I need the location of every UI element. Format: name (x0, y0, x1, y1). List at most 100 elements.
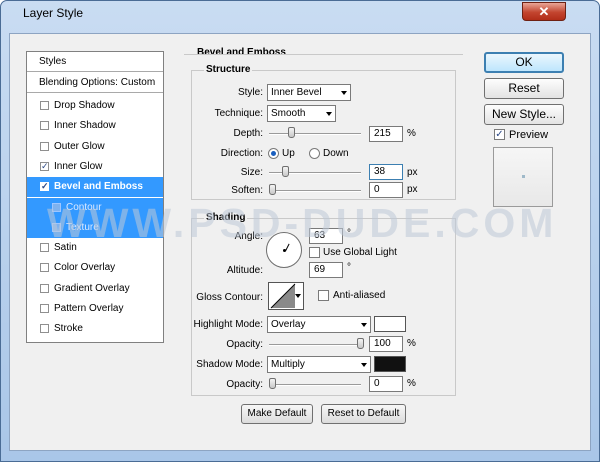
shading-title: Shading (204, 212, 248, 223)
technique-label: Technique: (214, 108, 263, 119)
style-item-drop-shadow[interactable]: Drop Shadow (27, 96, 163, 116)
chevron-down-icon (341, 91, 347, 95)
altitude-input[interactable]: 69 (309, 262, 343, 278)
style-item-checkbox[interactable] (40, 263, 49, 273)
gloss-contour-label: Gloss Contour: (196, 292, 263, 303)
direction-down-radio[interactable] (309, 148, 320, 159)
angle-dial[interactable] (266, 232, 302, 268)
style-item-checkbox[interactable] (52, 222, 61, 232)
highlight-mode-dropdown[interactable]: Overlay (267, 316, 371, 333)
style-item-checkbox[interactable]: ✓ (40, 182, 49, 192)
style-item-stroke[interactable]: Stroke (27, 319, 163, 339)
shadow-opacity-thumb[interactable] (269, 378, 276, 389)
shadow-mode-dropdown[interactable]: Multiply (267, 356, 371, 373)
soften-unit: px (407, 184, 418, 195)
global-light-checkbox[interactable] (309, 247, 320, 258)
style-item-checkbox[interactable] (52, 202, 61, 212)
soften-slider-thumb[interactable] (269, 184, 276, 195)
anti-aliased-checkbox[interactable] (318, 290, 329, 301)
angle-dial-needle (285, 243, 290, 252)
highlight-opacity-input[interactable]: 100 (369, 336, 403, 352)
chevron-down-icon (361, 323, 367, 327)
styles-header[interactable]: Styles (27, 52, 163, 72)
shadow-opacity-input[interactable]: 0 (369, 376, 403, 392)
highlight-opacity-unit: % (407, 338, 416, 349)
style-item-checkbox[interactable] (40, 304, 49, 313)
close-icon: ✕ (538, 4, 550, 19)
style-item-gradient-overlay[interactable]: Gradient Overlay (27, 279, 163, 299)
shadow-opacity-track[interactable] (269, 384, 361, 386)
chevron-down-icon (361, 363, 367, 367)
style-dropdown[interactable]: Inner Bevel (267, 84, 351, 101)
reset-button[interactable]: Reset (484, 78, 564, 99)
contour-curve-icon (270, 283, 296, 309)
style-item-label: Color Overlay (54, 262, 116, 274)
styles-list: Styles Blending Options: Custom Drop Sha… (26, 51, 164, 343)
style-label: Style: (237, 87, 263, 98)
style-item-label: Gradient Overlay (54, 282, 130, 294)
style-item-checkbox[interactable] (40, 283, 49, 293)
soften-slider-track[interactable] (269, 190, 361, 192)
close-button[interactable]: ✕ (522, 2, 566, 21)
style-item-checkbox[interactable] (40, 121, 49, 131)
style-item-label: Drop Shadow (54, 100, 115, 111)
size-slider-thumb[interactable] (282, 166, 290, 177)
style-item-label: Outer Glow (54, 140, 105, 152)
style-item-pattern-overlay[interactable]: Pattern Overlay (27, 299, 163, 319)
highlight-opacity-track[interactable] (269, 344, 361, 346)
style-item-inner-glow[interactable]: ✓ Inner Glow (27, 157, 163, 177)
shadow-color-swatch[interactable] (374, 356, 406, 372)
make-default-button[interactable]: Make Default (241, 404, 313, 424)
style-item-texture[interactable]: Texture (27, 217, 163, 238)
title-bar[interactable]: Layer Style ✕ (1, 1, 599, 25)
preview-label: Preview (509, 129, 549, 141)
angle-label: Angle: (234, 231, 263, 242)
depth-slider-track[interactable] (269, 133, 361, 135)
direction-up-radio[interactable] (268, 148, 279, 159)
blending-options[interactable]: Blending Options: Custom (27, 73, 163, 93)
size-input[interactable]: 38 (369, 164, 403, 180)
style-item-label: Inner Glow (54, 160, 103, 172)
highlight-opacity-thumb[interactable] (357, 338, 364, 349)
style-item-label: Inner Shadow (54, 120, 116, 132)
style-item-checkbox[interactable] (40, 243, 49, 253)
depth-input[interactable]: 215 (369, 126, 403, 142)
chevron-down-icon (326, 112, 332, 116)
shadow-mode-label: Shadow Mode: (196, 359, 263, 370)
style-item-outer-glow[interactable]: Outer Glow (27, 137, 163, 157)
style-item-inner-shadow[interactable]: Inner Shadow (27, 116, 163, 136)
soften-label: Soften: (231, 185, 263, 196)
preview-checkbox[interactable]: ✓ (494, 129, 505, 140)
depth-label: Depth: (233, 128, 263, 139)
style-item-bevel-and-emboss[interactable]: ✓ Bevel and Emboss (27, 177, 163, 198)
style-item-label: Contour (66, 201, 102, 213)
style-item-checkbox[interactable] (40, 141, 49, 151)
gloss-contour-picker[interactable] (268, 282, 304, 310)
new-style-button[interactable]: New Style... (484, 104, 564, 125)
altitude-label: Altitude: (226, 265, 263, 276)
style-item-checkbox[interactable]: ✓ (40, 161, 49, 171)
altitude-unit: ° (347, 262, 351, 273)
ok-button[interactable]: OK (484, 52, 564, 73)
global-light-label: Use Global Light (323, 247, 397, 258)
angle-input[interactable]: 63 (309, 228, 343, 244)
highlight-opacity-label: Opacity: (226, 339, 263, 350)
highlight-mode-label: Highlight Mode: (193, 319, 263, 330)
depth-slider-thumb[interactable] (287, 127, 295, 138)
bevel-emboss-title: Bevel and Emboss (195, 47, 288, 58)
style-item-color-overlay[interactable]: Color Overlay (27, 258, 163, 278)
shadow-opacity-unit: % (407, 378, 416, 389)
direction-up-label: Up (282, 148, 295, 159)
bevel-emboss-group (184, 54, 463, 55)
reset-default-button[interactable]: Reset to Default (321, 404, 406, 424)
size-unit: px (407, 167, 418, 178)
highlight-color-swatch[interactable] (374, 316, 406, 332)
style-item-contour[interactable]: Contour (27, 197, 163, 218)
style-item-checkbox[interactable] (40, 324, 49, 334)
style-item-satin[interactable]: Satin (27, 238, 163, 258)
soften-input[interactable]: 0 (369, 182, 403, 198)
direction-label: Direction: (220, 148, 263, 159)
technique-dropdown[interactable]: Smooth (267, 105, 336, 122)
direction-down-label: Down (323, 148, 349, 159)
style-item-checkbox[interactable] (40, 101, 49, 110)
